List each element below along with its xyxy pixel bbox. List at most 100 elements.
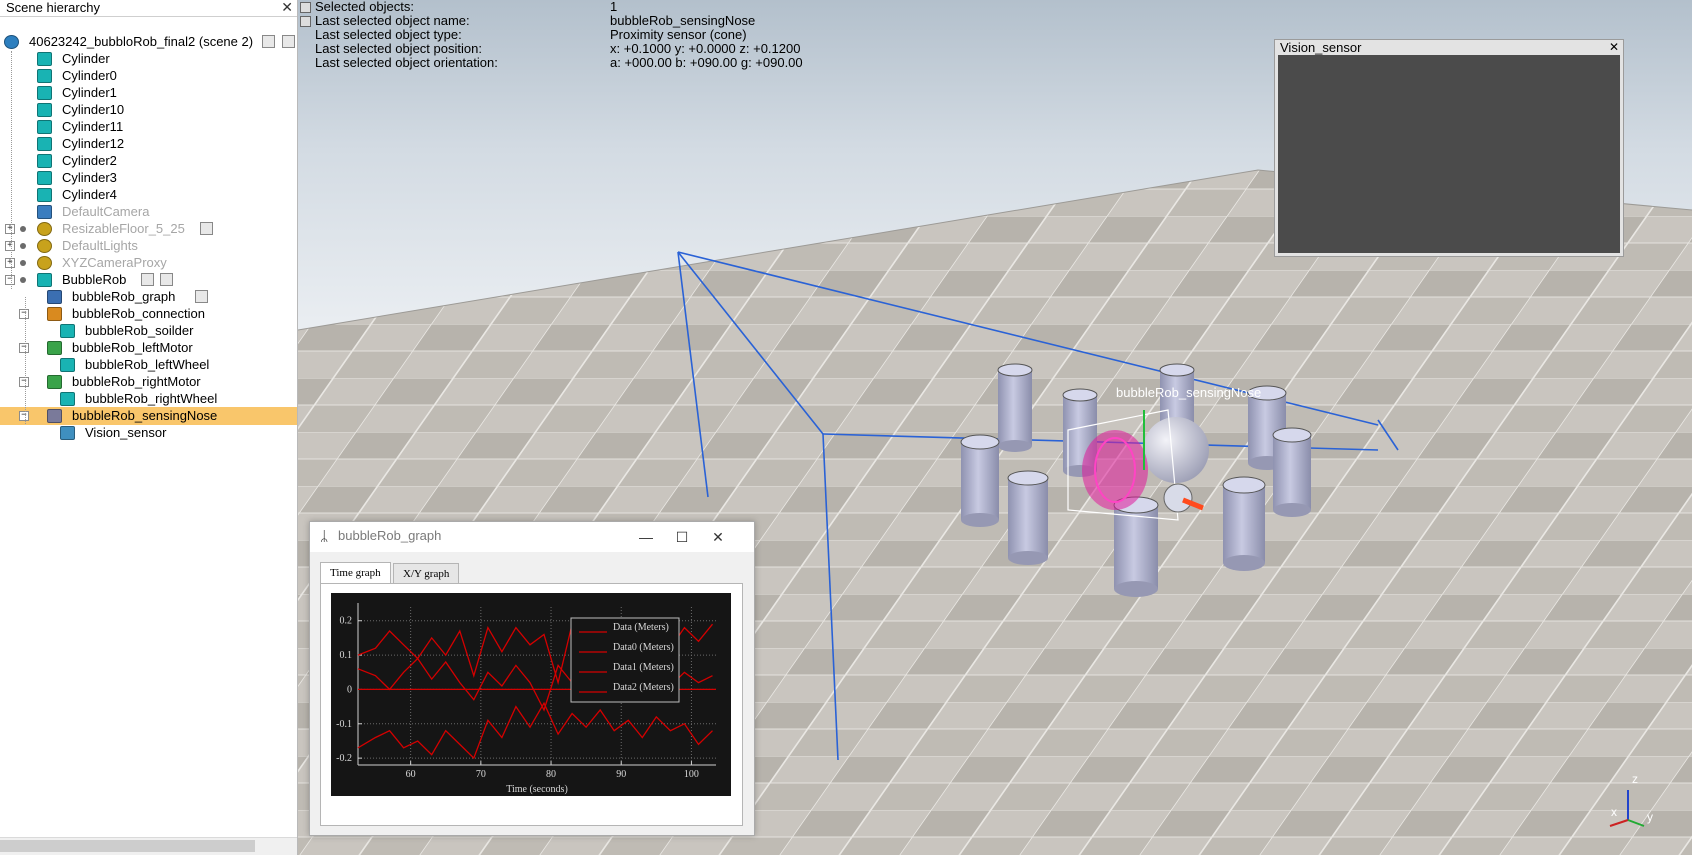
- tree-item-label: bubbleRob_soilder: [85, 323, 194, 338]
- graph-window[interactable]: ᛦ bubbleRob_graph — ☐ ✕ X/Y graph Time g…: [309, 521, 755, 836]
- tree-item[interactable]: − bubbleRob_sensingNose: [0, 407, 297, 425]
- tree-item[interactable]: bubbleRob_rightWheel: [0, 390, 297, 408]
- tree-item[interactable]: − bubbleRob_connection: [0, 305, 297, 323]
- scene-hierarchy-header: Scene hierarchy ✕: [0, 0, 297, 17]
- cylinder: [1222, 476, 1266, 571]
- graph-icon: [47, 290, 62, 304]
- x-axis-label: Time (seconds): [506, 784, 568, 795]
- expand-toggle-icon[interactable]: +: [5, 258, 15, 268]
- shape-icon: [37, 86, 52, 100]
- tree-item[interactable]: Cylinder11: [0, 118, 297, 136]
- model-icon: [37, 222, 52, 236]
- tree-item[interactable]: Cylinder1: [0, 84, 297, 102]
- script-icon[interactable]: [141, 273, 154, 286]
- tree-item[interactable]: bubbleRob_leftWheel: [0, 356, 297, 374]
- close-icon[interactable]: ✕: [281, 0, 293, 15]
- tree-item-label: XYZCameraProxy: [62, 255, 167, 270]
- y-tick-label: 0.1: [340, 650, 353, 661]
- tree-item-label: bubbleRob_leftMotor: [72, 340, 193, 355]
- tree-item[interactable]: Cylinder2: [0, 152, 297, 170]
- tree-item-label: Cylinder10: [62, 102, 125, 117]
- script-icon[interactable]: [200, 222, 213, 235]
- tree-item[interactable]: Cylinder0: [0, 67, 297, 85]
- tree-item[interactable]: + DefaultLights: [0, 237, 297, 255]
- info-toggle-button[interactable]: [300, 2, 311, 13]
- tree-item-label: bubbleRob_sensingNose: [72, 408, 218, 423]
- expand-toggle-icon[interactable]: −: [5, 275, 15, 285]
- tree-item-label: Cylinder3: [62, 170, 117, 185]
- vision-sensor-window[interactable]: Vision_sensor ✕: [1274, 39, 1624, 257]
- tree-item[interactable]: Cylinder: [0, 50, 297, 68]
- tree-item-label: bubbleRob_connection: [72, 306, 205, 321]
- legend-label: Data1 (Meters): [613, 662, 674, 673]
- vision-sensor-icon: [60, 426, 75, 440]
- expand-toggle-icon[interactable]: +: [5, 224, 15, 234]
- script-icon[interactable]: [160, 273, 173, 286]
- horizontal-scrollbar[interactable]: [0, 837, 297, 855]
- info-key: Last selected object orientation:: [315, 55, 498, 70]
- tree-item[interactable]: Cylinder4: [0, 186, 297, 204]
- camera-icon: [37, 205, 52, 219]
- shape-icon: [37, 273, 52, 287]
- tree-item[interactable]: + XYZCameraProxy: [0, 254, 297, 272]
- tree-connector: [11, 51, 12, 289]
- tree-item[interactable]: Vision_sensor: [0, 424, 297, 442]
- time-graph-plot[interactable]: 60 70 80 90 100 0.2 0.1 0 -0.1 -0.2 Time (seconds)…: [331, 593, 731, 796]
- info-value: Proximity sensor (cone): [610, 27, 747, 42]
- shape-icon: [37, 137, 52, 151]
- expand-toggle-icon[interactable]: −: [19, 343, 29, 353]
- graph-window-titlebar[interactable]: ᛦ bubbleRob_graph — ☐ ✕: [310, 522, 754, 552]
- dummy-icon: [47, 307, 62, 321]
- tree-item[interactable]: Cylinder3: [0, 169, 297, 187]
- scrollbar-thumb[interactable]: [0, 840, 255, 852]
- x-tick-label: 90: [616, 769, 626, 780]
- minimize-button[interactable]: —: [628, 526, 664, 548]
- close-icon[interactable]: ✕: [1609, 40, 1619, 55]
- graph-tab-panel: 60 70 80 90 100 0.2 0.1 0 -0.1 -0.2 Time (seconds)…: [320, 583, 743, 826]
- app-icon: ᛦ: [320, 528, 329, 544]
- tree-item[interactable]: bubbleRob_soilder: [0, 322, 297, 340]
- scene-icon: [4, 35, 19, 49]
- script-icon[interactable]: [262, 35, 275, 48]
- script-icon[interactable]: [282, 35, 295, 48]
- tree-item[interactable]: − bubbleRob_rightMotor: [0, 373, 297, 391]
- x-tick-label: 80: [546, 769, 556, 780]
- expand-toggle-icon[interactable]: −: [19, 411, 29, 421]
- model-icon: [37, 256, 52, 270]
- legend-label: Data (Meters): [613, 622, 669, 633]
- tree-item[interactable]: DefaultCamera: [0, 203, 297, 221]
- tree-item[interactable]: 40623242_bubbloRob_final2 (scene 2): [0, 33, 297, 51]
- tree-item[interactable]: − BubbleRob: [0, 271, 297, 289]
- tree-item[interactable]: bubbleRob_graph: [0, 288, 297, 306]
- expand-toggle-icon[interactable]: −: [19, 309, 29, 319]
- scene-hierarchy-panel: Scene hierarchy ✕ 40623242_bubbloRob_fin…: [0, 0, 298, 855]
- cylinder: [960, 434, 1000, 527]
- shape-icon: [37, 52, 52, 66]
- tree-connector: [25, 297, 26, 424]
- expand-toggle-icon[interactable]: −: [19, 377, 29, 387]
- y-tick-label: 0.2: [340, 616, 353, 627]
- tree-item-label: ResizableFloor_5_25: [62, 221, 185, 236]
- tree-item-label: DefaultCamera: [62, 204, 150, 219]
- tree-item-label: Vision_sensor: [85, 425, 167, 440]
- axis-label-x: x: [1611, 805, 1617, 819]
- maximize-button[interactable]: ☐: [664, 526, 700, 548]
- close-button[interactable]: ✕: [700, 526, 736, 548]
- tree-item[interactable]: Cylinder10: [0, 101, 297, 119]
- x-tick-label: 100: [684, 769, 699, 780]
- proximity-sensor-icon: [47, 409, 62, 423]
- tab-xy-graph[interactable]: X/Y graph: [393, 563, 460, 584]
- vision-sensor-title: Vision_sensor: [1280, 40, 1362, 55]
- info-toggle-button-2[interactable]: [300, 16, 311, 27]
- script-icon[interactable]: [195, 290, 208, 303]
- joint-icon: [47, 341, 62, 355]
- tab-time-graph[interactable]: Time graph: [320, 562, 391, 584]
- vision-sensor-titlebar[interactable]: Vision_sensor ✕: [1275, 40, 1623, 55]
- tree-item[interactable]: Cylinder12: [0, 135, 297, 153]
- tree-item-label: Cylinder: [62, 51, 110, 66]
- shape-icon: [37, 103, 52, 117]
- expand-toggle-icon[interactable]: +: [5, 241, 15, 251]
- tree-item[interactable]: + ResizableFloor_5_25: [0, 220, 297, 238]
- tree-item[interactable]: − bubbleRob_leftMotor: [0, 339, 297, 357]
- model-icon: [37, 239, 52, 253]
